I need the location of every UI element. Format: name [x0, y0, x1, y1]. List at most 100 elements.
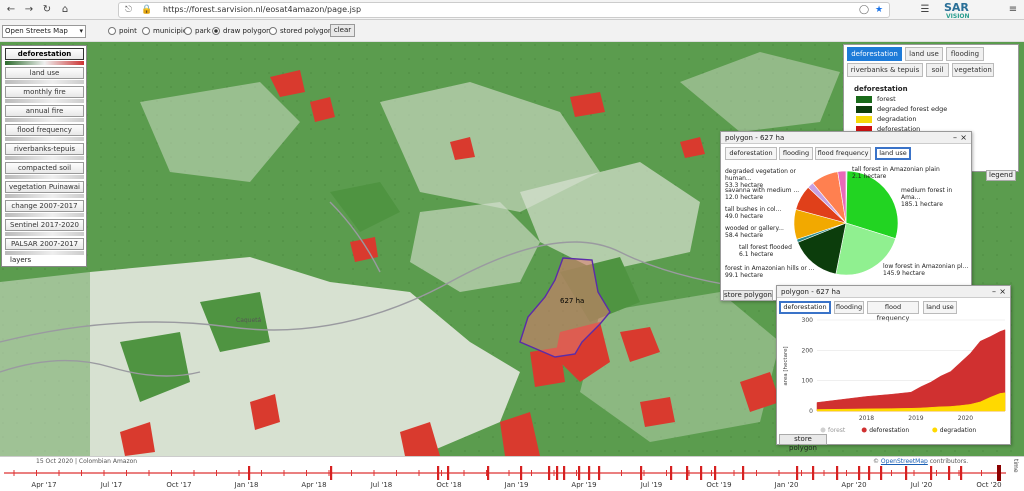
layer-flood-frequency[interactable]: flood frequency	[5, 124, 84, 136]
basemap-select[interactable]: Open Streets Map ▾	[2, 25, 86, 38]
radio-icon[interactable]	[269, 27, 277, 35]
legend-button[interactable]: legend	[986, 170, 1016, 181]
forward-button[interactable]: →	[22, 3, 36, 17]
tab-flood-frequency[interactable]: flood frequency	[815, 147, 871, 160]
back-button[interactable]: ←	[4, 3, 18, 17]
legend-marker[interactable]	[932, 427, 938, 433]
timeline-date-marker[interactable]	[563, 466, 566, 480]
legend-tab-deforestation[interactable]: deforestation	[847, 47, 902, 61]
legend-label[interactable]: degradation	[940, 427, 977, 434]
timeline[interactable]: 15 Oct 2020 | Colombian Amazon © OpenStr…	[0, 456, 1024, 491]
minimize-icon[interactable]: –	[953, 132, 957, 144]
timeline-date-marker[interactable]	[447, 466, 450, 480]
close-icon[interactable]: ×	[960, 132, 967, 144]
timeline-date-marker[interactable]	[948, 466, 951, 480]
mode-stored-polygon[interactable]: stored polygon	[269, 27, 332, 35]
timeline-date-marker[interactable]	[700, 466, 703, 480]
timeline-date-marker[interactable]	[812, 466, 815, 480]
layer-deforestation[interactable]: deforestation	[5, 48, 84, 60]
layer-opacity-slider[interactable]	[5, 175, 84, 179]
legend-tab-flooding[interactable]: flooding	[946, 47, 984, 61]
timeline-date-marker[interactable]	[520, 466, 523, 480]
legend-marker[interactable]	[820, 427, 826, 433]
layer-compacted-soil[interactable]: compacted soil	[5, 162, 84, 174]
tab-land-use[interactable]: land use	[923, 301, 957, 314]
radio-icon[interactable]	[184, 27, 192, 35]
menu-icon[interactable]: ≡	[1006, 3, 1020, 17]
layer-opacity-slider[interactable]	[5, 251, 84, 255]
layer-land-use[interactable]: land use	[5, 67, 84, 79]
timeline-date-marker[interactable]	[930, 466, 933, 480]
timeline-date-marker[interactable]	[836, 466, 839, 480]
close-icon[interactable]: ×	[999, 286, 1006, 298]
timeline-date-marker[interactable]	[670, 466, 673, 480]
timeline-date-marker[interactable]	[487, 466, 490, 480]
timeline-date-marker[interactable]	[960, 466, 963, 480]
timeline-date-marker[interactable]	[588, 466, 591, 480]
window-title[interactable]: polygon - 627 ha	[777, 286, 1010, 298]
library-icon[interactable]: ☰	[918, 3, 932, 17]
timeline-date-marker[interactable]	[742, 466, 745, 480]
tab-flood-frequency[interactable]: flood frequency	[867, 301, 919, 322]
legend-marker[interactable]	[861, 427, 867, 433]
legend-tab-land-use[interactable]: land use	[905, 47, 943, 61]
store-polygon-button[interactable]: store polygon	[779, 434, 827, 452]
timeline-date-marker[interactable]	[880, 466, 883, 480]
pocket-icon[interactable]: ◯	[859, 5, 869, 15]
layer-opacity-slider[interactable]	[5, 80, 84, 84]
tab-flooding[interactable]: flooding	[779, 147, 813, 160]
timeline-date-marker[interactable]	[858, 466, 861, 480]
radio-icon[interactable]	[142, 27, 150, 35]
tab-deforestation[interactable]: deforestation	[725, 147, 777, 160]
minimize-icon[interactable]: –	[992, 286, 996, 298]
layer-monthly-fire[interactable]: monthly fire	[5, 86, 84, 98]
tab-land-use[interactable]: land use	[875, 147, 911, 160]
legend-tab-soil[interactable]: soil	[926, 63, 949, 77]
layers-toggle[interactable]: layers	[10, 256, 31, 264]
bookmark-star-icon[interactable]: ★	[875, 5, 883, 15]
timeline-date-marker[interactable]	[330, 466, 333, 480]
layer-annual-fire[interactable]: annual fire	[5, 105, 84, 117]
radio-icon[interactable]	[108, 27, 116, 35]
timeline-track[interactable]	[0, 465, 1010, 481]
mode-park[interactable]: park	[184, 27, 211, 35]
legend-tab-vegetation[interactable]: vegetation	[952, 63, 994, 77]
store-polygon-button[interactable]: store polygon	[723, 290, 773, 301]
deforestation-window[interactable]: polygon - 627 ha – × deforestation flood…	[776, 285, 1011, 452]
layer-opacity-slider[interactable]	[5, 118, 84, 122]
timeline-date-marker[interactable]	[714, 466, 717, 480]
landuse-window[interactable]: polygon - 627 ha – × deforestation flood…	[720, 131, 972, 301]
timeline-date-marker[interactable]	[868, 466, 871, 480]
clear-button[interactable]: clear	[330, 24, 355, 37]
layer-palsar-2007-2017[interactable]: PALSAR 2007-2017	[5, 238, 84, 250]
mode-point[interactable]: point	[108, 27, 137, 35]
reload-button[interactable]: ↻	[40, 3, 54, 17]
layer-opacity-slider[interactable]	[5, 137, 84, 141]
openstreetmap-link[interactable]: OpenStreetMap	[881, 458, 928, 465]
timeline-date-marker[interactable]	[437, 466, 440, 480]
radio-icon[interactable]	[212, 27, 220, 35]
tab-deforestation[interactable]: deforestation	[779, 301, 831, 314]
timeline-date-marker[interactable]	[578, 466, 581, 480]
layer-riverbanks-tepuis[interactable]: riverbanks-tepuis	[5, 143, 84, 155]
timeline-date-marker[interactable]	[640, 466, 643, 480]
legend-tab-riverbanks-tepuis[interactable]: riverbanks & tepuis	[847, 63, 923, 77]
timeline-date-marker[interactable]	[905, 466, 908, 480]
tab-flooding[interactable]: flooding	[834, 301, 864, 314]
layer-opacity-slider[interactable]	[5, 99, 84, 103]
layer-change-2007-2017[interactable]: change 2007-2017	[5, 200, 84, 212]
timeline-date-marker[interactable]	[796, 466, 799, 480]
mode-draw-polygon[interactable]: draw polygon	[212, 27, 271, 35]
url-bar[interactable]: ⎋ 🔒 https://forest.sarvision.nl/eosat4am…	[118, 2, 890, 18]
home-icon[interactable]: ⌂	[58, 3, 72, 17]
window-title[interactable]: polygon - 627 ha	[721, 132, 971, 144]
legend-label[interactable]: deforestation	[869, 427, 909, 434]
timeline-date-marker[interactable]	[556, 466, 559, 480]
layer-sentinel-2017-2020[interactable]: Sentinel 2017-2020	[5, 219, 84, 231]
layer-opacity-slider[interactable]	[5, 61, 84, 65]
timeline-date-marker[interactable]	[686, 466, 689, 480]
layer-opacity-slider[interactable]	[5, 194, 84, 198]
timeline-date-marker[interactable]	[548, 466, 551, 480]
layer-vegetation-puinawai[interactable]: vegetation Puinawai	[5, 181, 84, 193]
legend-label[interactable]: forest	[828, 427, 846, 434]
